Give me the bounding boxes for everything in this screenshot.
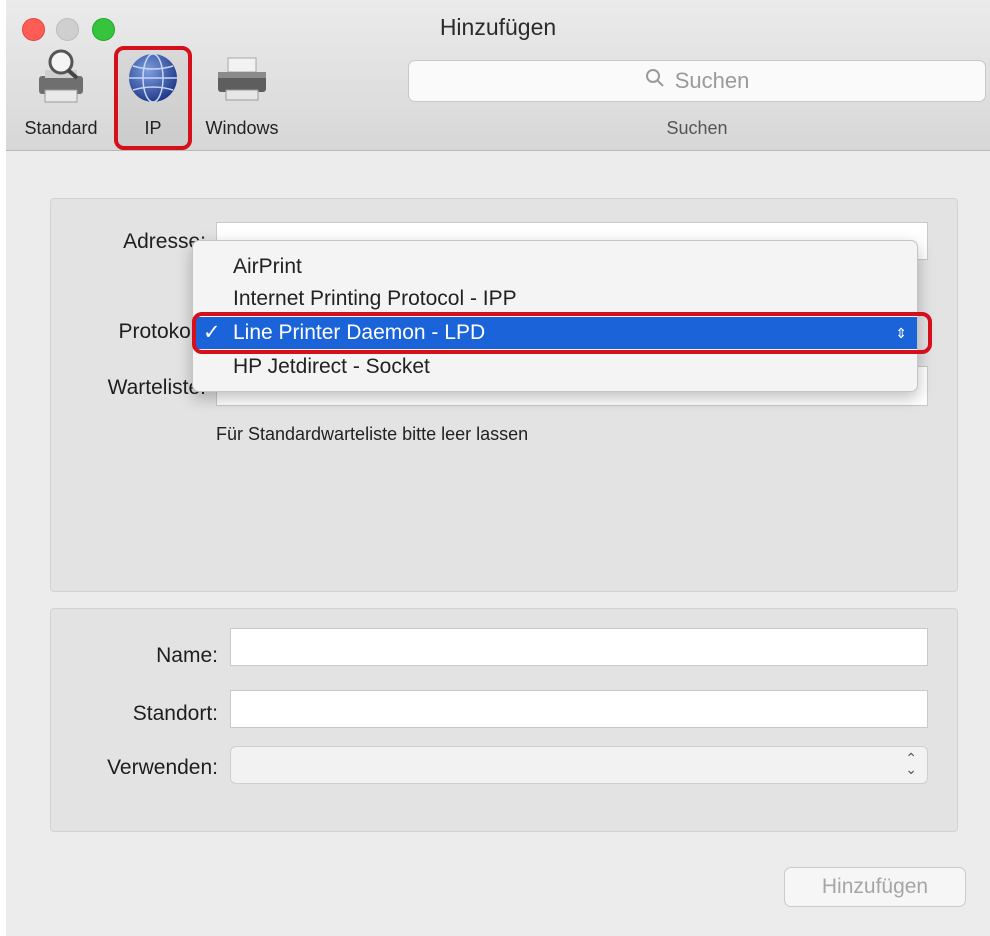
window-title: Hinzufügen (439, 14, 557, 40)
search-icon (645, 68, 665, 94)
toolbar-item-standard[interactable]: Standard (6, 46, 116, 139)
menu-item-airprint[interactable]: AirPrint (193, 251, 917, 283)
toolbar: Hinzufügen Standard IP Windows Suchen Su… (6, 0, 990, 151)
toolbar-item-ip[interactable]: IP (116, 46, 190, 139)
windows-printer-icon (212, 46, 272, 106)
globe-icon (123, 46, 183, 106)
toolbar-item-windows[interactable]: Windows (194, 46, 290, 139)
use-label: Verwenden: (107, 756, 218, 779)
toolbar-label-standard: Standard (24, 118, 98, 138)
location-label: Standort: (132, 702, 218, 725)
add-button[interactable]: Hinzufügen (784, 867, 966, 907)
protocol-label: Protokoll: (118, 320, 206, 343)
toolbar-label-windows: Windows (205, 118, 279, 138)
search-label: Suchen (666, 118, 728, 138)
lpd-option-annotation (192, 312, 932, 354)
search-input[interactable]: Suchen (408, 60, 986, 102)
name-field[interactable] (230, 628, 928, 666)
queue-hint: Für Standardwarteliste bitte leer lassen (216, 424, 529, 444)
printer-magnifier-icon (31, 46, 91, 106)
location-field[interactable] (230, 690, 928, 728)
use-select[interactable]: ⌃ ⌄ (230, 746, 928, 784)
toolbar-label-ip: IP (144, 118, 162, 138)
add-printer-window: Hinzufügen Standard IP Windows Suchen Su… (6, 0, 990, 936)
name-label: Name: (156, 644, 218, 667)
queue-label: Warteliste: (107, 376, 206, 399)
search-placeholder: Suchen (674, 68, 750, 93)
address-label: Adresse: (123, 230, 206, 253)
menu-item-ipp[interactable]: Internet Printing Protocol - IPP (193, 283, 917, 315)
menu-item-socket[interactable]: HP Jetdirect - Socket (193, 351, 917, 383)
chevron-updown-icon: ⌃ ⌄ (905, 750, 917, 777)
